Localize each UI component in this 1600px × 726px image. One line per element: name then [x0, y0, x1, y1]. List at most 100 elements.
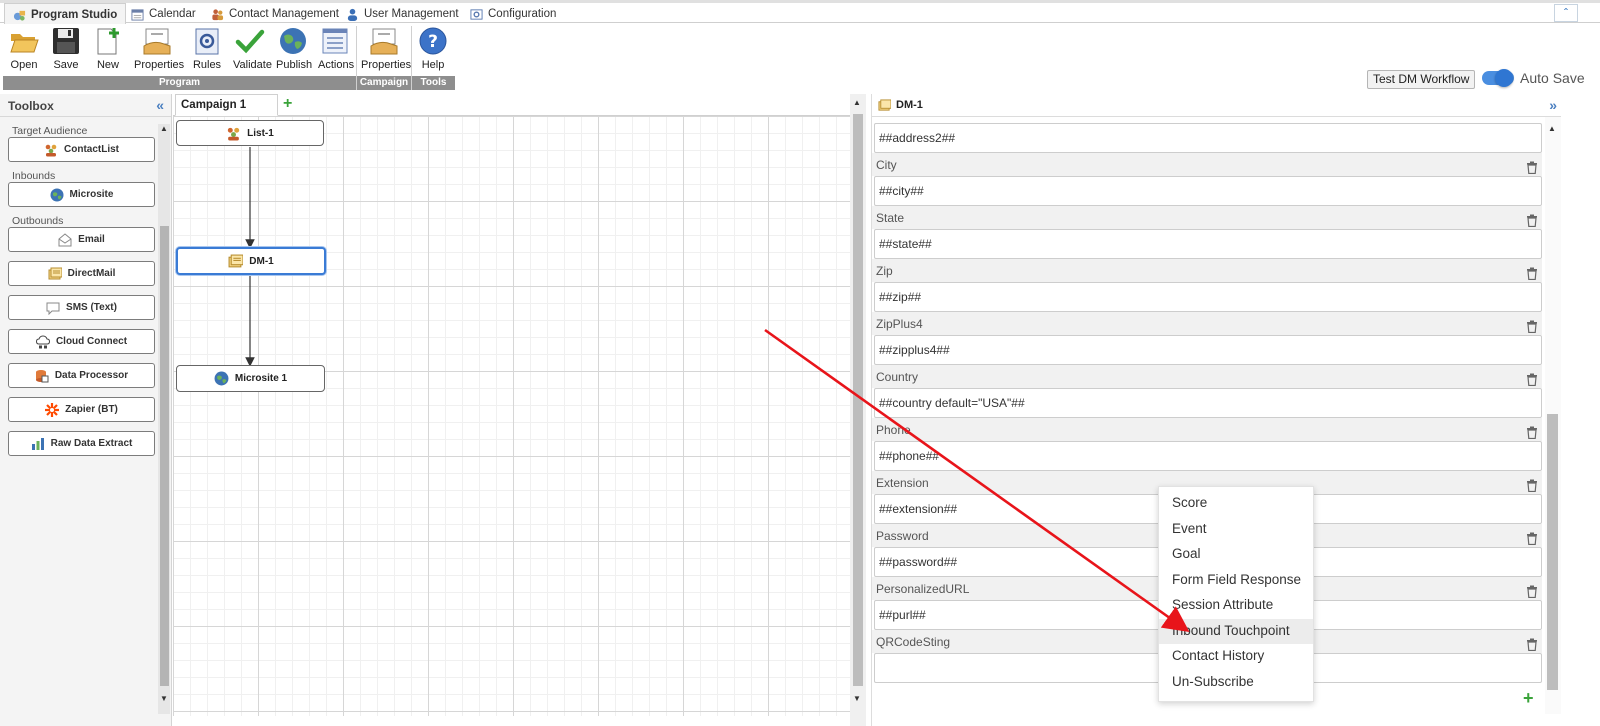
trash-icon[interactable]	[1526, 320, 1538, 333]
validate-button[interactable]: Validate	[233, 26, 272, 76]
calendar-icon	[131, 8, 144, 21]
trash-icon[interactable]	[1526, 267, 1538, 280]
folder-open-icon	[10, 34, 39, 53]
canvas-scroll-thumb[interactable]	[853, 114, 863, 686]
toolbox-item-raw-data-extract[interactable]: Raw Data Extract	[8, 431, 155, 456]
tab-calendar[interactable]: Calendar	[123, 3, 204, 23]
new-button[interactable]: New	[93, 26, 123, 76]
publish-button[interactable]: Publish	[276, 26, 313, 76]
node-label: List-1	[247, 127, 274, 139]
scroll-up-arrow-icon[interactable]: ▲	[853, 98, 861, 107]
sms-bubble-icon	[46, 302, 60, 315]
trash-icon[interactable]	[1526, 214, 1538, 227]
toolbox-header: Toolbox «	[0, 94, 171, 117]
toggle-knob	[1495, 69, 1513, 87]
canvas-tab-bar: Campaign 1 +	[173, 94, 850, 116]
menu-item-session-attribute[interactable]: Session Attribute	[1159, 593, 1313, 619]
toolbox-item-email[interactable]: Email	[8, 227, 155, 252]
menu-item-score[interactable]: Score	[1159, 491, 1313, 517]
properties-header: DM-1 »	[872, 94, 1561, 117]
globe-icon	[50, 188, 64, 201]
program-properties-button[interactable]: Properties	[134, 26, 184, 76]
help-button[interactable]: ? Help	[418, 26, 448, 76]
contacts-icon	[212, 8, 224, 20]
scroll-up-arrow-icon[interactable]: ▲	[1548, 124, 1556, 133]
contact-list-icon	[45, 144, 57, 156]
tab-configuration[interactable]: Configuration	[462, 3, 564, 23]
menu-item-event[interactable]: Event	[1159, 517, 1313, 543]
tab-contact-management[interactable]: Contact Management	[203, 3, 347, 23]
toolbox-item-data-processor[interactable]: Data Processor	[8, 363, 155, 388]
expand-right-icon[interactable]: »	[1549, 97, 1557, 113]
campaign-properties-button[interactable]: Properties	[361, 26, 411, 76]
toolbox-title: Toolbox	[8, 99, 54, 113]
collapse-ribbon-button[interactable]: ˆ	[1554, 4, 1578, 22]
zapier-icon	[45, 402, 60, 417]
trash-icon[interactable]	[1526, 373, 1538, 386]
publish-label: Publish	[276, 59, 313, 71]
address2-field[interactable]: ##address2##	[874, 123, 1542, 153]
test-dm-workflow-button[interactable]: Test DM Workflow	[1367, 70, 1476, 89]
menu-item-contact-history[interactable]: Contact History	[1159, 644, 1313, 670]
trash-icon[interactable]	[1526, 585, 1538, 598]
menu-item-un-subscribe[interactable]: Un-Subscribe	[1159, 670, 1313, 696]
city-field[interactable]: ##city##	[874, 176, 1542, 206]
autosave-toggle[interactable]	[1482, 69, 1514, 87]
tab-user-management[interactable]: User Management	[338, 3, 467, 23]
trash-icon[interactable]	[1526, 638, 1538, 651]
toolbox-scroll-thumb[interactable]	[160, 226, 169, 686]
phone-field[interactable]: ##phone##	[874, 441, 1542, 471]
toolbox-item-contactlist[interactable]: ContactList	[8, 137, 155, 162]
tab-program-studio[interactable]: Program Studio	[4, 3, 127, 24]
trash-icon[interactable]	[1526, 532, 1538, 545]
node-list-1[interactable]: List-1	[176, 120, 324, 146]
toolbox-item-label: SMS (Text)	[66, 302, 117, 313]
trash-icon[interactable]	[1526, 479, 1538, 492]
field-label-state: State	[872, 206, 1542, 229]
zipplus4-field[interactable]: ##zipplus4##	[874, 335, 1542, 365]
node-microsite-1[interactable]: Microsite 1	[176, 365, 325, 392]
save-button[interactable]: Save	[50, 26, 82, 76]
add-field-icon[interactable]: +	[1523, 688, 1534, 709]
floppy-disk-icon	[53, 28, 79, 54]
actions-button[interactable]: Actions	[318, 26, 354, 76]
state-field[interactable]: ##state##	[874, 229, 1542, 259]
ribbon-group-program: Program	[3, 76, 356, 90]
ribbon-group-campaign: Campaign	[357, 76, 411, 90]
menu-item-inbound-touchpoint[interactable]: Inbound Touchpoint	[1159, 618, 1313, 644]
collapse-left-icon[interactable]: «	[156, 97, 164, 113]
category-target-audience: Target Audience	[12, 125, 88, 137]
tab-campaign-1[interactable]: Campaign 1	[175, 94, 278, 116]
properties-title: DM-1	[896, 99, 923, 111]
menu-item-goal[interactable]: Goal	[1159, 542, 1313, 568]
toolbox-item-cloud-connect[interactable]: Cloud Connect	[8, 329, 155, 354]
open-button[interactable]: Open	[8, 26, 40, 76]
trash-icon[interactable]	[1526, 426, 1538, 439]
field-label-zip: Zip	[872, 259, 1542, 282]
workflow-canvas: Campaign 1 + List-1 DM-1 Microsite 1 ▲ ▼	[173, 94, 866, 726]
globe-icon	[214, 371, 229, 386]
menu-item-form-field-response[interactable]: Form Field Response	[1159, 568, 1313, 594]
ribbon-toolbar: Open Save New Properties Rules Validate …	[0, 24, 1600, 92]
trash-icon[interactable]	[1526, 161, 1538, 174]
zip-field[interactable]: ##zip##	[874, 282, 1542, 312]
country-field[interactable]: ##country default="USA"##	[874, 388, 1542, 418]
data-processor-icon	[35, 369, 49, 382]
toolbox-item-label: Raw Data Extract	[50, 438, 133, 449]
toolbox-item-microsite[interactable]: Microsite	[8, 182, 155, 207]
user-icon	[347, 8, 358, 21]
toolbox-item-directmail[interactable]: DirectMail	[8, 261, 155, 286]
new-label: New	[96, 59, 119, 71]
scroll-down-arrow-icon[interactable]: ▼	[853, 694, 861, 703]
canvas-grid[interactable]: List-1 DM-1 Microsite 1	[173, 116, 850, 716]
scroll-down-arrow-icon[interactable]: ▼	[160, 694, 168, 703]
toolbox-item-zapier[interactable]: Zapier (BT)	[8, 397, 155, 422]
add-campaign-icon[interactable]: +	[283, 95, 292, 113]
properties-scroll-thumb[interactable]	[1547, 414, 1558, 690]
scroll-up-arrow-icon[interactable]: ▲	[160, 124, 168, 133]
rules-button[interactable]: Rules	[192, 26, 222, 76]
toolbox-item-sms[interactable]: SMS (Text)	[8, 295, 155, 320]
node-dm-1[interactable]: DM-1	[176, 247, 326, 275]
ribbon-group-tools: Tools	[412, 76, 455, 90]
new-document-icon	[97, 28, 119, 55]
